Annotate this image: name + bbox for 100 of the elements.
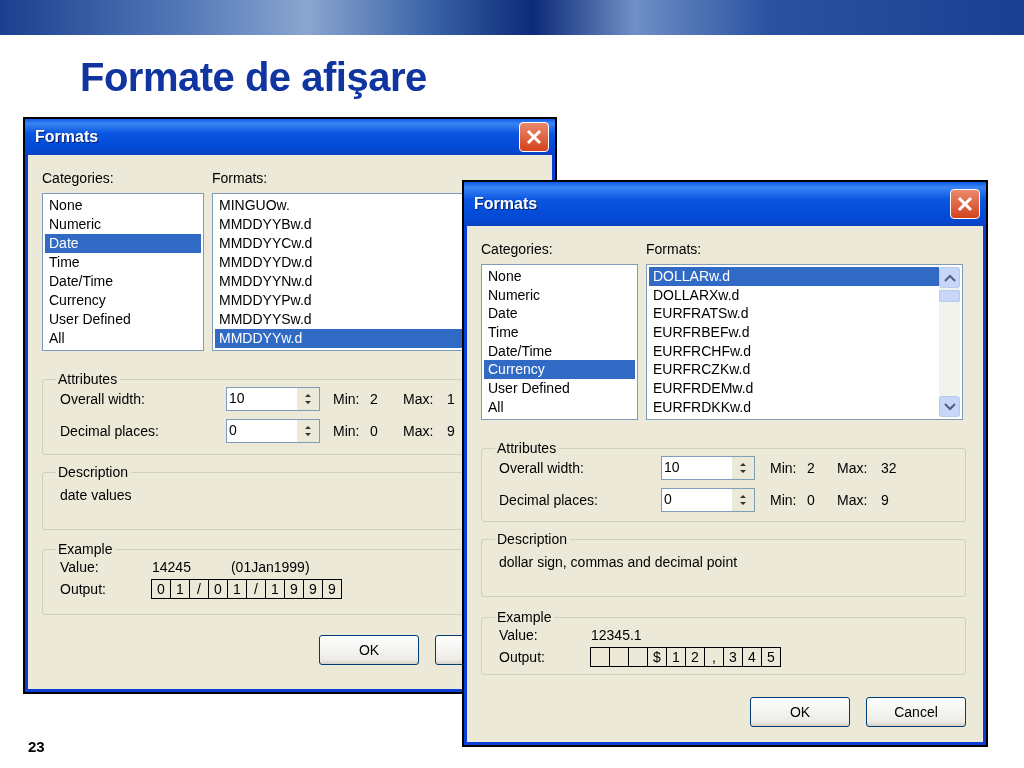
field-label: Overall width: [60,391,145,407]
window-title: Formats [474,195,538,213]
list-item[interactable]: All [45,329,201,348]
output-cell: 1 [170,579,190,599]
min-value: 2 [807,460,815,476]
list-item[interactable]: EURFRCHFw.d [649,341,939,361]
list-item[interactable]: EURFRBEFw.d [649,323,939,342]
min-value: 0 [807,492,815,508]
list-item[interactable]: Currency [45,291,201,310]
list-item[interactable]: Date [45,234,201,253]
list-item[interactable]: DOLLARXw.d [649,285,939,305]
scrollbar[interactable] [939,267,960,417]
output-cell: / [246,579,266,599]
spin-field[interactable]: 10 [226,387,320,411]
field-label: Categories: [481,240,554,258]
example-value: 14245 [152,559,191,575]
scrollbar-thumb[interactable] [939,290,960,302]
dialog-button[interactable]: Cancel [866,697,966,727]
output-cell: / [189,579,209,599]
close-icon [526,129,542,145]
max-value: 1 [447,391,455,407]
max-value: 9 [881,492,889,508]
list-item[interactable]: EURFRDKKw.d [649,397,939,417]
min-value: 0 [370,423,378,439]
output-cell: 2 [685,647,705,667]
max-label: Max: [837,492,868,508]
output-cell: 0 [151,579,171,599]
min-label: Min: [333,391,360,407]
output-cell: 4 [742,647,762,667]
page-number: 23 [28,738,45,755]
max-label: Max: [837,460,868,476]
window-title: Formats [35,128,99,146]
list-item[interactable]: None [484,267,635,286]
output-cell: 9 [303,579,323,599]
min-label: Min: [770,492,797,508]
field-label: Output: [499,649,545,665]
group-title: Description [57,464,130,480]
output-cell: , [704,647,724,667]
list-item[interactable]: Currency [484,360,635,380]
field-label: Output: [60,581,106,597]
group-title: Example [57,541,114,557]
group-title: Attributes [496,440,558,456]
description-text: dollar sign, commas and decimal point [499,553,739,571]
list-item[interactable]: Numeric [484,285,635,305]
spinner-arrows-icon[interactable] [304,391,312,407]
max-value: 9 [447,423,455,439]
field-label: Decimal places: [499,492,598,508]
list-item[interactable]: User Defined [484,379,635,398]
output-cell: 3 [723,647,743,667]
min-label: Min: [333,423,360,439]
group-title: Example [496,609,553,625]
example-note: (01Jan1999) [230,559,310,575]
list-item[interactable]: EURFRATSw.d [649,304,939,324]
list-item[interactable]: All [484,397,635,417]
dialog-button[interactable]: OK [750,697,850,727]
min-value: 2 [370,391,378,407]
spinner-arrows-icon[interactable] [739,460,747,476]
spin-field[interactable]: 0 [226,419,320,443]
close-button[interactable] [519,122,549,152]
output-cell: 0 [208,579,228,599]
list-item[interactable]: User Defined [45,310,201,329]
output-cell: 9 [284,579,304,599]
scroll-down-icon [943,402,956,411]
output-cell: 5 [761,647,781,667]
output-cell: 1 [227,579,247,599]
output-cell: $ [647,647,667,667]
output-cell: 9 [322,579,342,599]
min-label: Min: [770,460,797,476]
list-item[interactable]: EURFRCZKw.d [649,360,939,380]
list-item[interactable]: Date [484,304,635,324]
list-item[interactable]: DOLLARw.d [649,267,939,286]
output-cell: 1 [666,647,686,667]
list-item[interactable]: None [45,196,201,215]
field-label: Formats: [212,169,269,187]
example-value: 12345.1 [591,627,642,643]
spin-field[interactable]: 0 [661,488,755,512]
output-cell: 1 [265,579,285,599]
field-label: Categories: [42,169,115,187]
spinner-arrows-icon[interactable] [304,423,312,439]
max-label: Max: [403,391,434,407]
group-title: Description [496,531,569,547]
scroll-up-button[interactable] [939,267,960,288]
field-label: Value: [499,627,538,643]
scroll-down-button[interactable] [939,396,960,417]
group-title: Attributes [57,371,119,387]
max-label: Max: [403,423,434,439]
list-item[interactable]: Date/Time [45,272,201,291]
spin-field[interactable]: 10 [661,456,755,480]
list-item[interactable]: Time [45,253,201,272]
slide-title: Formate de afişare [80,54,428,101]
field-label: Formats: [646,240,703,258]
close-button[interactable] [950,189,980,219]
list-item[interactable]: EURFRDEMw.d [649,379,939,398]
max-value: 32 [881,460,897,476]
list-item[interactable]: Numeric [45,215,201,234]
field-label: Overall width: [499,460,584,476]
spinner-arrows-icon[interactable] [739,492,747,508]
scroll-up-icon [943,273,956,282]
dialog-button[interactable]: OK [319,635,419,665]
field-label: Decimal places: [60,423,159,439]
